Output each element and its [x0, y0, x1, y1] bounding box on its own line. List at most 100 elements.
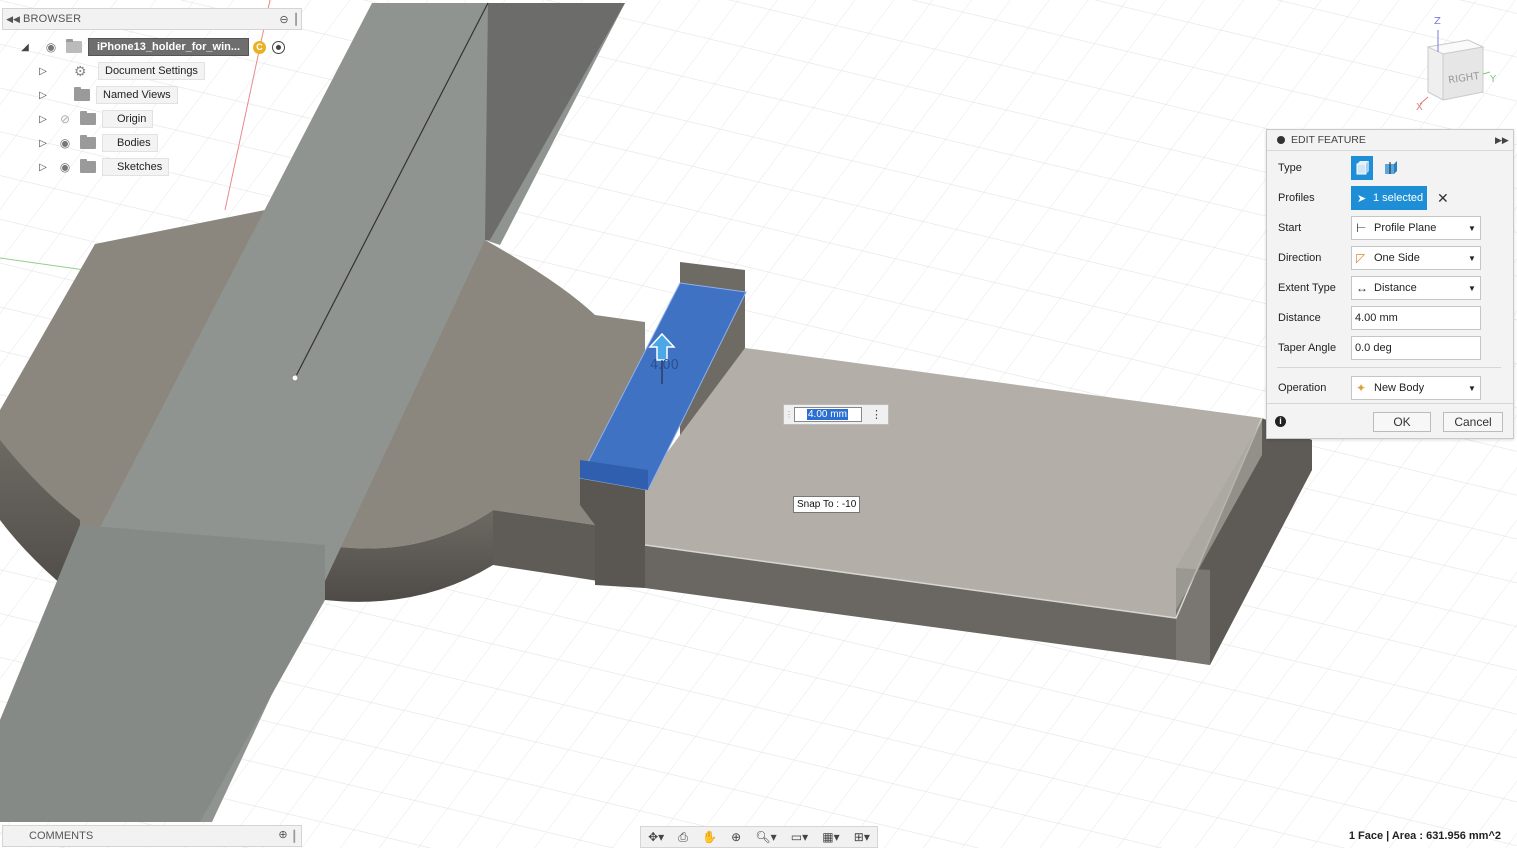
- browser-item-sketches[interactable]: ▷ ◉ Sketches: [36, 157, 170, 177]
- direction-value: One Side: [1374, 252, 1420, 264]
- browser-item-origin[interactable]: ▷ ⊘ Origin: [36, 109, 154, 129]
- expand-arrow-icon[interactable]: ▷: [36, 114, 50, 125]
- minimize-icon[interactable]: ⊖: [277, 13, 291, 26]
- profiles-selected-text: 1 selected: [1373, 192, 1424, 204]
- edit-feature-header: EDIT FEATURE ▶▶: [1267, 130, 1513, 151]
- root-component-label[interactable]: iPhone13_holder_for_win...: [88, 38, 250, 56]
- fit-icon[interactable]: 🔍︎▾: [755, 830, 776, 844]
- pan-hand-icon[interactable]: ✋: [702, 830, 717, 844]
- distance-heads-up-input[interactable]: ⋮ 4.00 mm ⋮: [783, 404, 889, 425]
- start-row: Start ⊢ Profile Plane ▼: [1278, 215, 1481, 241]
- visibility-eye-icon[interactable]: ◉: [56, 136, 74, 150]
- taper-angle-field[interactable]: 0.0 deg: [1351, 336, 1481, 360]
- folder-icon: [74, 87, 90, 101]
- browser-item-label: Origin: [102, 110, 154, 128]
- extent-type-label: Extent Type: [1278, 282, 1336, 294]
- activate-radio-icon[interactable]: [272, 40, 286, 54]
- new-body-icon: ✦: [1356, 381, 1367, 395]
- browser-item-label: Bodies: [102, 134, 158, 152]
- extent-type-row: Extent Type ↔ Distance ▼: [1278, 275, 1481, 301]
- direction-row: Direction ◸ One Side ▼: [1278, 245, 1481, 271]
- browser-item-document-settings[interactable]: ▷ ⚙ Document Settings: [36, 61, 205, 81]
- ok-button[interactable]: OK: [1373, 412, 1431, 432]
- operation-dropdown[interactable]: ✦ New Body ▼: [1351, 376, 1481, 400]
- panel-handle-icon[interactable]: [1277, 136, 1285, 144]
- direction-label: Direction: [1278, 252, 1322, 264]
- expand-arrow-icon[interactable]: ▷: [36, 162, 50, 173]
- drag-grip-icon[interactable]: ⋮: [784, 410, 794, 419]
- orbit-icon[interactable]: ✥▾: [648, 830, 664, 844]
- viewports-icon[interactable]: ⊞▾: [854, 830, 870, 844]
- axis-y-label: Y: [1489, 74, 1497, 85]
- profiles-label: Profiles: [1278, 192, 1315, 204]
- hidden-eye-icon[interactable]: ⊘: [56, 112, 74, 126]
- distance-field[interactable]: 4.00 mm: [1351, 306, 1481, 330]
- profile-plane-icon: ⊢: [1356, 221, 1367, 235]
- collapse-arrow-icon[interactable]: ◢: [18, 42, 32, 53]
- clear-selection-icon[interactable]: ✕: [1437, 190, 1449, 207]
- expand-panel-icon[interactable]: ▶▶: [1495, 135, 1513, 146]
- chevron-down-icon: ▼: [1468, 383, 1476, 393]
- navigation-toolbar: ✥▾ ⎙ ✋ ⊕ 🔍︎▾ ▭▾ ▦▾ ⊞▾: [640, 826, 878, 848]
- collapse-panel-icon[interactable]: ◀◀: [3, 14, 23, 25]
- expand-arrow-icon[interactable]: ▷: [36, 66, 50, 77]
- panel-grip-icon[interactable]: ┃: [291, 13, 301, 26]
- chevron-down-icon: ▼: [1468, 223, 1476, 233]
- info-icon[interactable]: i: [1275, 416, 1286, 427]
- divider: [1267, 403, 1513, 404]
- browser-header: ◀◀ BROWSER ⊖ ┃: [2, 8, 302, 30]
- chevron-down-icon: ▼: [1468, 253, 1476, 263]
- display-settings-icon[interactable]: ▭▾: [791, 830, 808, 844]
- cloud-badge-icon: C: [253, 40, 267, 54]
- comments-panel: COMMENTS ⊕ ┃: [2, 825, 302, 847]
- extent-type-value: Distance: [1374, 282, 1417, 294]
- direction-dropdown[interactable]: ◸ One Side ▼: [1351, 246, 1481, 270]
- cancel-button[interactable]: Cancel: [1443, 412, 1503, 432]
- axis-x-label: X: [1416, 102, 1423, 112]
- visibility-eye-icon[interactable]: ◉: [56, 160, 74, 174]
- start-dropdown[interactable]: ⊢ Profile Plane ▼: [1351, 216, 1481, 240]
- taper-angle-label: Taper Angle: [1278, 342, 1337, 354]
- operation-value: New Body: [1374, 382, 1425, 394]
- browser-item-bodies[interactable]: ▷ ◉ Bodies: [36, 133, 158, 153]
- browser-item-label: Sketches: [102, 158, 170, 176]
- operation-label: Operation: [1278, 382, 1327, 394]
- zoom-icon[interactable]: ⊕: [731, 830, 741, 844]
- expand-arrow-icon[interactable]: ▷: [36, 138, 50, 149]
- visibility-eye-icon[interactable]: ◉: [42, 40, 60, 54]
- solid-body-icon: [1356, 161, 1369, 175]
- gear-icon: ⚙: [74, 62, 87, 79]
- thin-extrude-type-button[interactable]: [1379, 156, 1401, 180]
- browser-root[interactable]: ◢ ◉ iPhone13_holder_for_win... C: [18, 37, 286, 57]
- distance-label: Distance: [1278, 312, 1321, 324]
- browser-item-label: Document Settings: [98, 62, 205, 80]
- edit-feature-title: EDIT FEATURE: [1291, 134, 1366, 146]
- browser-item-label: Named Views: [96, 86, 178, 104]
- manipulator-label: 4.00: [650, 358, 679, 373]
- cursor-arrow-icon: ➤: [1357, 192, 1367, 205]
- grid-settings-icon[interactable]: ▦▾: [822, 830, 839, 844]
- add-comment-icon[interactable]: ⊕: [275, 828, 291, 844]
- panel-grip-icon[interactable]: ┃: [291, 830, 301, 843]
- expand-arrow-icon[interactable]: ▷: [36, 90, 50, 101]
- more-options-icon[interactable]: ⋮: [871, 408, 882, 421]
- viewcube[interactable]: RIGHT Z X Y: [1408, 12, 1498, 113]
- extent-type-dropdown[interactable]: ↔ Distance ▼: [1351, 276, 1481, 300]
- start-value: Profile Plane: [1374, 222, 1437, 234]
- divider: [1277, 367, 1501, 368]
- taper-angle-row: Taper Angle 0.0 deg: [1278, 335, 1481, 361]
- browser-item-named-views[interactable]: ▷ Named Views: [36, 85, 178, 105]
- look-at-icon[interactable]: ⎙: [678, 830, 688, 845]
- edit-feature-panel: EDIT FEATURE ▶▶ Type Profiles ➤ 1 select…: [1266, 129, 1514, 439]
- comments-title: COMMENTS: [29, 830, 94, 842]
- type-row: Type: [1278, 155, 1407, 181]
- distance-value-field[interactable]: 4.00 mm: [794, 407, 862, 422]
- axis-z-label: Z: [1434, 16, 1441, 27]
- start-label: Start: [1278, 222, 1302, 234]
- folder-icon: [80, 159, 96, 173]
- distance-icon: ↔: [1356, 281, 1368, 295]
- solid-extrude-type-button[interactable]: [1351, 156, 1373, 180]
- profiles-select-button[interactable]: ➤ 1 selected: [1351, 186, 1427, 210]
- chevron-down-icon: ▼: [1468, 283, 1476, 293]
- component-icon: [66, 39, 82, 53]
